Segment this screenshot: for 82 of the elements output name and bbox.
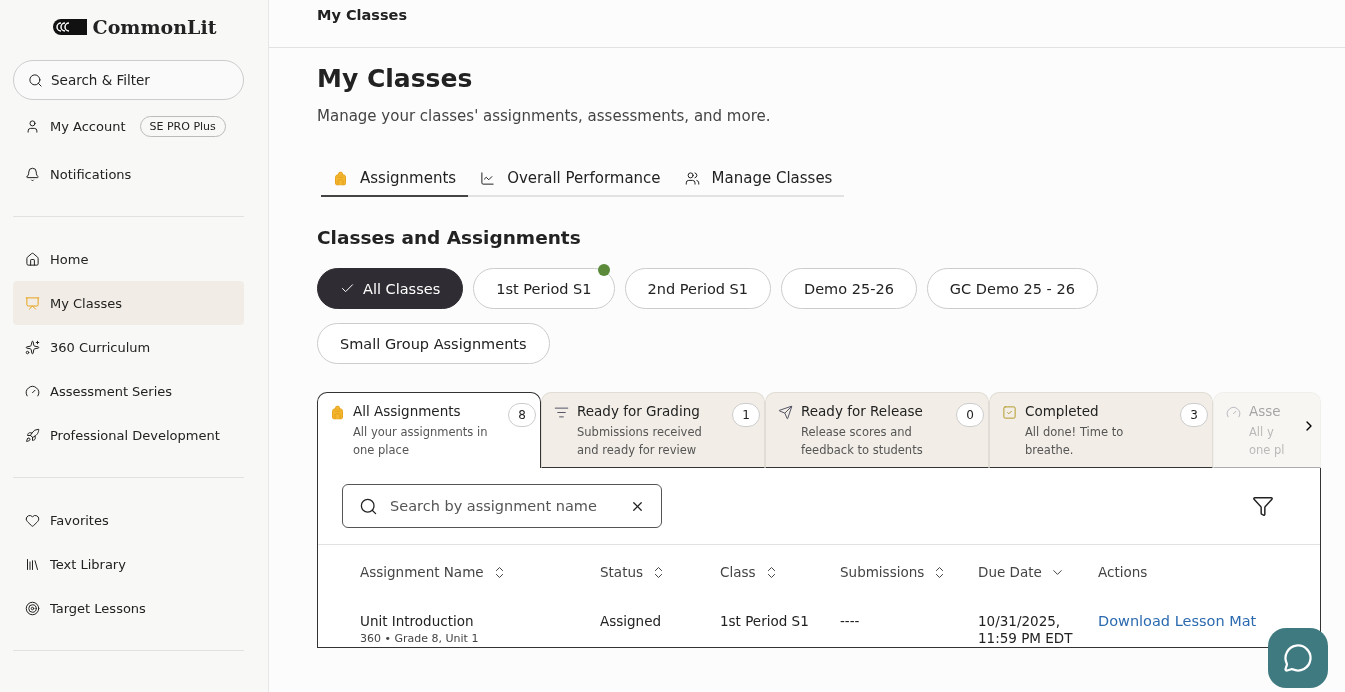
bell-icon [25, 166, 40, 182]
status-title: All Assignments [353, 403, 462, 419]
chat-icon [1283, 643, 1313, 673]
nav-item[interactable]: Home [13, 237, 244, 281]
status-description: All done! Time to breathe. [1025, 424, 1125, 459]
page-title: My Classes [317, 64, 474, 93]
status-icon [554, 405, 569, 420]
nav-icon [25, 556, 40, 572]
nav-item[interactable]: Notifications [13, 152, 244, 196]
status-description: Submissions received and ready for review [577, 424, 703, 459]
count-badge: 0 [956, 403, 984, 427]
search-filter-field[interactable]: Search & Filter [13, 60, 244, 100]
column-header[interactable]: Submissions [840, 545, 978, 599]
nav-icon [25, 339, 40, 355]
status-title: Ready for Release [801, 403, 924, 419]
download-link[interactable]: Download Lesson Mat [1098, 613, 1257, 629]
status-icon [778, 405, 793, 420]
nav-item[interactable]: Professional Development [13, 413, 244, 457]
count-badge: 1 [732, 403, 760, 427]
nav-icon [25, 427, 40, 443]
status-title: Ready for Grading [577, 403, 701, 419]
search-icon [359, 496, 378, 516]
status-title: Completed [1025, 403, 1100, 419]
status-title: Asse [1249, 403, 1282, 419]
nav-icon [25, 512, 40, 528]
nav-item[interactable]: My Account SE PRO Plus [13, 104, 244, 148]
table-cell-text: Assigned [600, 612, 663, 631]
tab-icon [333, 170, 348, 186]
breadcrumb: My Classes [269, 0, 1345, 48]
nav-item[interactable]: 360 Curriculum [13, 325, 244, 369]
class-chip[interactable]: 2nd Period S1 [624, 268, 772, 309]
table-cell-text: 10/31/2025, 11:59 PM EDT [978, 612, 1074, 647]
status-tab[interactable]: All Assignments All your assignments in one place 8 [317, 392, 541, 468]
class-chip[interactable]: Demo 25-26 [781, 268, 917, 309]
chat-button[interactable] [1268, 628, 1328, 688]
status-icon [1226, 405, 1241, 420]
logo-text: CommonLit [92, 16, 217, 38]
column-header[interactable]: Class [720, 545, 840, 599]
status-description: All y one pl [1249, 424, 1286, 459]
count-badge: 3 [1180, 403, 1208, 427]
tab-icon [480, 170, 496, 186]
nav-item[interactable]: Text Library [13, 542, 244, 586]
nav-item[interactable]: Assessment Series [13, 369, 244, 413]
status-tab[interactable]: Ready for Grading Submissions received and ready for review 1 [541, 392, 765, 468]
column-header[interactable]: Assignment Name [360, 545, 600, 599]
class-chip[interactable]: GC Demo 25 - 26 [926, 268, 1098, 309]
tab[interactable]: Manage Classes [672, 169, 845, 197]
nav-icon [25, 295, 40, 311]
section-title: Classes and Assignments [317, 227, 582, 248]
filter-icon [1252, 495, 1274, 517]
nav-icon [25, 600, 40, 616]
tab-icon [684, 170, 700, 186]
search-icon [28, 72, 43, 88]
tab[interactable]: Assignments [321, 169, 469, 197]
nav-icon [25, 251, 40, 267]
status-tab[interactable]: Completed All done! Time to breathe. 3 [989, 392, 1213, 468]
status-description: Release scores and feedback to students [801, 424, 924, 459]
tab[interactable]: Overall Performance [468, 169, 673, 197]
class-chip[interactable]: All Classes [317, 268, 464, 309]
nav-item[interactable]: Favorites [13, 498, 244, 542]
page-subtitle: Manage your classes' assignments, assessments, and more. [317, 107, 772, 125]
column-header[interactable]: Status [600, 545, 720, 599]
table-cell-text: 1st Period S1 [720, 612, 810, 631]
assignment-search-field[interactable]: Search by assignment name [342, 484, 662, 528]
assignment-name: Unit Introduction [360, 613, 475, 630]
assignment-subtitle: 360 • Grade 8, Unit 1 [360, 631, 480, 647]
class-chip[interactable]: Small Group Assignments [317, 323, 550, 364]
status-description: All your assignments in one place [353, 424, 489, 459]
status-icon [1002, 405, 1017, 420]
logo-icon [50, 18, 89, 36]
nav-icon [25, 383, 40, 399]
table-cell-text: ---- [840, 612, 861, 631]
column-header[interactable]: Due Date [978, 545, 1098, 599]
user-icon [25, 118, 40, 134]
status-icon [330, 405, 345, 420]
nav-item[interactable]: My Classes [13, 281, 244, 325]
notification-dot [597, 264, 610, 276]
column-header[interactable]: Actions [1098, 545, 1320, 599]
nav-item[interactable]: Target Lessons [13, 586, 244, 630]
status-tab[interactable]: Ready for Release Release scores and feedback to students 0 [765, 392, 989, 468]
nav-label: My Account [50, 118, 126, 134]
count-badge: 8 [508, 403, 536, 427]
